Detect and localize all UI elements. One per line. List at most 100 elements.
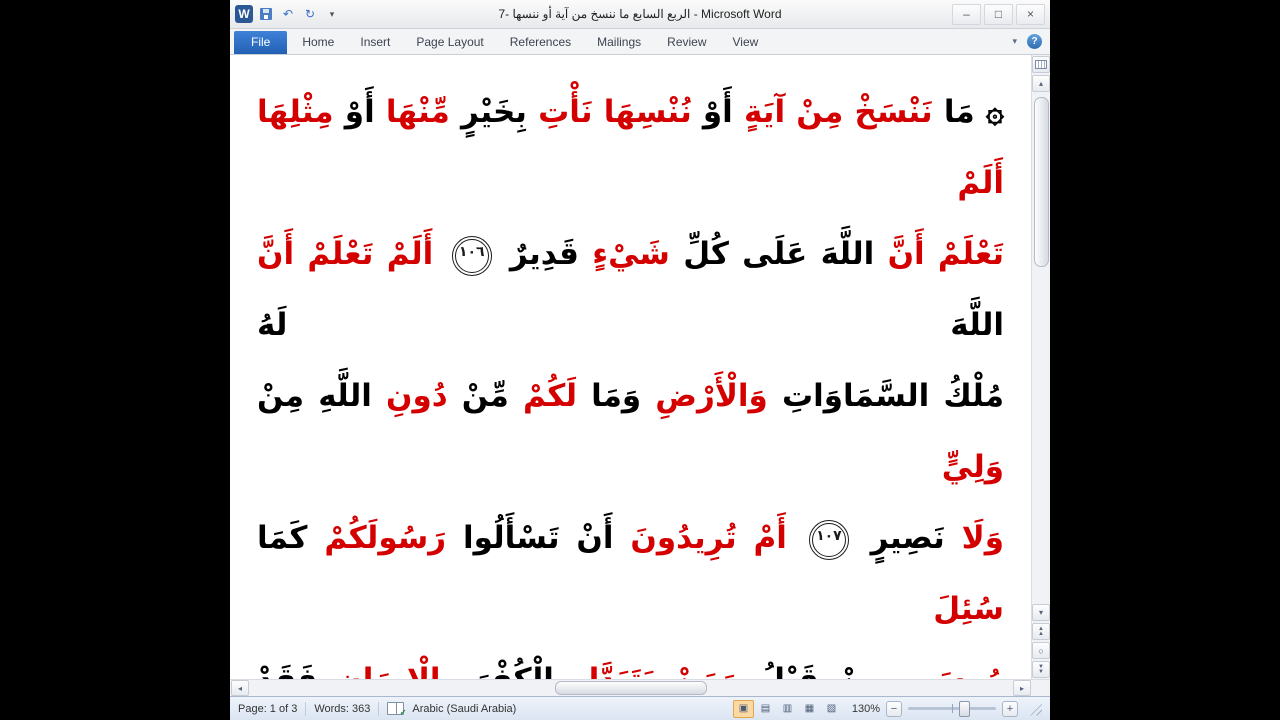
- zoom-in-button[interactable]: +: [1002, 700, 1018, 717]
- letterbox-background: W ↶ ↻ ▾ الربع السابع ما ننسخ من آية أو ن…: [0, 0, 1280, 720]
- quran-word: الْكُفْرَ: [472, 662, 554, 679]
- zoom-out-button[interactable]: −: [886, 700, 902, 717]
- quran-word: أَوْ: [702, 94, 733, 130]
- chevron-down-icon: ▾: [329, 8, 335, 19]
- scrollbar-corner: [1032, 680, 1050, 696]
- double-chevron-up-icon: ▲ ▲: [1038, 625, 1044, 637]
- quran-word: نُنْسِهَا: [603, 94, 692, 130]
- scroll-down-button[interactable]: ▾: [1032, 604, 1050, 621]
- document-area: ۞ مَا نَنْسَخْ مِنْ آيَةٍ أَوْ نُنْسِهَا…: [230, 55, 1050, 679]
- quran-word: اللَّهَ لَهُ: [257, 307, 1004, 343]
- arrow-up-icon: ▴: [1038, 79, 1043, 88]
- ruler-toggle-button[interactable]: [1032, 56, 1050, 73]
- ribbon-tab-bar: File Home Insert Page Layout References Maili…: [230, 29, 1050, 55]
- redo-icon: ↻: [304, 7, 316, 21]
- quran-word: مُلْكُ السَّمَاوَاتِ: [781, 378, 1005, 414]
- select-browse-object-button[interactable]: ○: [1032, 642, 1050, 659]
- quran-line: مُوسَى مِنْ قَبْلُ وَمَنْ يَتَبَدَّلِ ال…: [257, 645, 1004, 679]
- quran-word: شَيْءٍ: [592, 236, 670, 272]
- tab-mailings[interactable]: Mailings: [584, 31, 654, 54]
- quran-word: أَوْ: [344, 94, 375, 130]
- next-page-button[interactable]: ▼ ▼: [1032, 661, 1050, 678]
- horizontal-scroll-thumb[interactable]: [555, 681, 707, 695]
- view-button-outline[interactable]: ▦: [799, 700, 820, 718]
- horizontal-scrollbar: ◂ ▸: [230, 679, 1050, 696]
- status-bar: Page: 1 of 3 Words: 363 Arabic (Saudi Ar…: [230, 696, 1050, 720]
- maximize-button[interactable]: □: [984, 3, 1013, 25]
- quran-word: لَكُمْ: [522, 378, 577, 414]
- window-controls: – □ ×: [952, 3, 1045, 25]
- undo-icon: ↶: [282, 7, 294, 21]
- quick-access-toolbar: W ↶ ↻ ▾: [235, 5, 341, 23]
- redo-button[interactable]: ↻: [301, 6, 319, 23]
- page-count[interactable]: Page: 1 of 3: [238, 703, 297, 715]
- quran-word: بِالْإِيمَانِ: [336, 662, 453, 679]
- divider: [305, 701, 307, 716]
- tab-home[interactable]: Home: [289, 31, 347, 54]
- save-button[interactable]: [257, 6, 275, 23]
- word-window: W ↶ ↻ ▾ الربع السابع ما ننسخ من آية أو ن…: [230, 0, 1050, 720]
- zoom-slider-thumb[interactable]: [959, 701, 971, 717]
- quran-word: وَمَا: [591, 378, 642, 414]
- quran-word: أَنْ تَسْأَلُوا: [462, 520, 614, 556]
- vertical-scroll-thumb[interactable]: [1034, 97, 1049, 267]
- horizontal-scroll-track[interactable]: [250, 681, 1012, 695]
- quran-word: سُئِلَ: [933, 591, 1004, 627]
- quran-word: دُونِ: [386, 378, 448, 414]
- zoom-slider[interactable]: [908, 701, 996, 717]
- tab-references[interactable]: References: [497, 31, 584, 54]
- view-button-draft[interactable]: ▧: [821, 700, 842, 718]
- tab-page-layout[interactable]: Page Layout: [403, 31, 496, 54]
- customize-qat-button[interactable]: ▾: [323, 6, 341, 23]
- title-bar: W ↶ ↻ ▾ الربع السابع ما ننسخ من آية أو ن…: [230, 0, 1050, 29]
- quran-word: مِنْ قَبْلُ: [758, 662, 884, 679]
- quran-word: وَلَا: [961, 520, 1004, 556]
- resize-grip-icon[interactable]: [1028, 701, 1042, 716]
- quran-word: مِثْلِهَا: [257, 94, 334, 130]
- vertical-scroll-track[interactable]: [1033, 94, 1049, 602]
- quran-word: أَلَمْ تَعْلَمْ أَنَّ: [257, 236, 434, 272]
- arrow-right-icon: ▸: [1019, 683, 1024, 693]
- quran-word: مِّنْهَا: [385, 94, 450, 130]
- arrow-down-icon: ▾: [1038, 608, 1043, 617]
- quran-word: مُوسَى: [904, 662, 1004, 679]
- language-indicator[interactable]: Arabic (Saudi Arabia): [412, 703, 516, 715]
- quran-word: فَقَدْ: [257, 662, 318, 679]
- minimize-button[interactable]: –: [952, 3, 981, 25]
- ribbon-right-controls: ▾ ?: [1012, 34, 1042, 49]
- scroll-up-button[interactable]: ▴: [1032, 75, 1050, 92]
- previous-page-button[interactable]: ▲ ▲: [1032, 623, 1050, 640]
- quran-word: وَلِيٍّ: [941, 449, 1004, 485]
- tab-view[interactable]: View: [720, 31, 772, 54]
- quran-word: أَلَمْ: [957, 165, 1004, 201]
- scroll-left-button[interactable]: ◂: [231, 680, 249, 696]
- scroll-right-button[interactable]: ▸: [1013, 680, 1031, 696]
- quran-word: وَالْأَرْضِ: [655, 378, 768, 414]
- view-button-full-screen-reading[interactable]: ▤: [755, 700, 776, 718]
- undo-button[interactable]: ↶: [279, 6, 297, 23]
- word-app-icon[interactable]: W: [235, 5, 253, 23]
- double-chevron-down-icon: ▼ ▼: [1038, 663, 1044, 675]
- quran-word: رَسُولَكُمْ: [324, 520, 447, 556]
- quran-word: اللَّهَ عَلَى كُلِّ: [683, 236, 875, 272]
- view-button-print-layout[interactable]: ▣: [733, 699, 754, 718]
- quran-word: اللَّهِ مِنْ: [257, 378, 372, 414]
- close-button[interactable]: ×: [1016, 3, 1045, 25]
- vertical-scrollbar: ▴ ▾ ▲ ▲ ○ ▼ ▼: [1031, 55, 1050, 679]
- tab-insert[interactable]: Insert: [347, 31, 403, 54]
- status-bar-right: ▣ ▤ ▥ ▦ ▧ 130% − +: [733, 699, 1042, 718]
- spellcheck-icon[interactable]: [387, 702, 406, 717]
- help-icon[interactable]: ?: [1027, 34, 1042, 49]
- quran-word: كَمَا: [257, 520, 308, 556]
- arrow-left-icon: ◂: [237, 683, 242, 693]
- view-button-web-layout[interactable]: ▥: [777, 700, 798, 718]
- view-mode-buttons: ▣ ▤ ▥ ▦ ▧: [733, 699, 842, 718]
- tab-file[interactable]: File: [234, 31, 288, 54]
- verse-marker: ١٠٦: [451, 235, 492, 276]
- tab-review[interactable]: Review: [654, 31, 719, 54]
- zoom-level[interactable]: 130%: [848, 703, 880, 715]
- ribbon-collapse-icon[interactable]: ▾: [1012, 36, 1017, 47]
- document-page[interactable]: ۞ مَا نَنْسَخْ مِنْ آيَةٍ أَوْ نُنْسِهَا…: [230, 55, 1031, 679]
- word-count[interactable]: Words: 363: [314, 703, 370, 715]
- quran-word: نَنْسَخْ مِنْ آيَةٍ: [744, 94, 933, 130]
